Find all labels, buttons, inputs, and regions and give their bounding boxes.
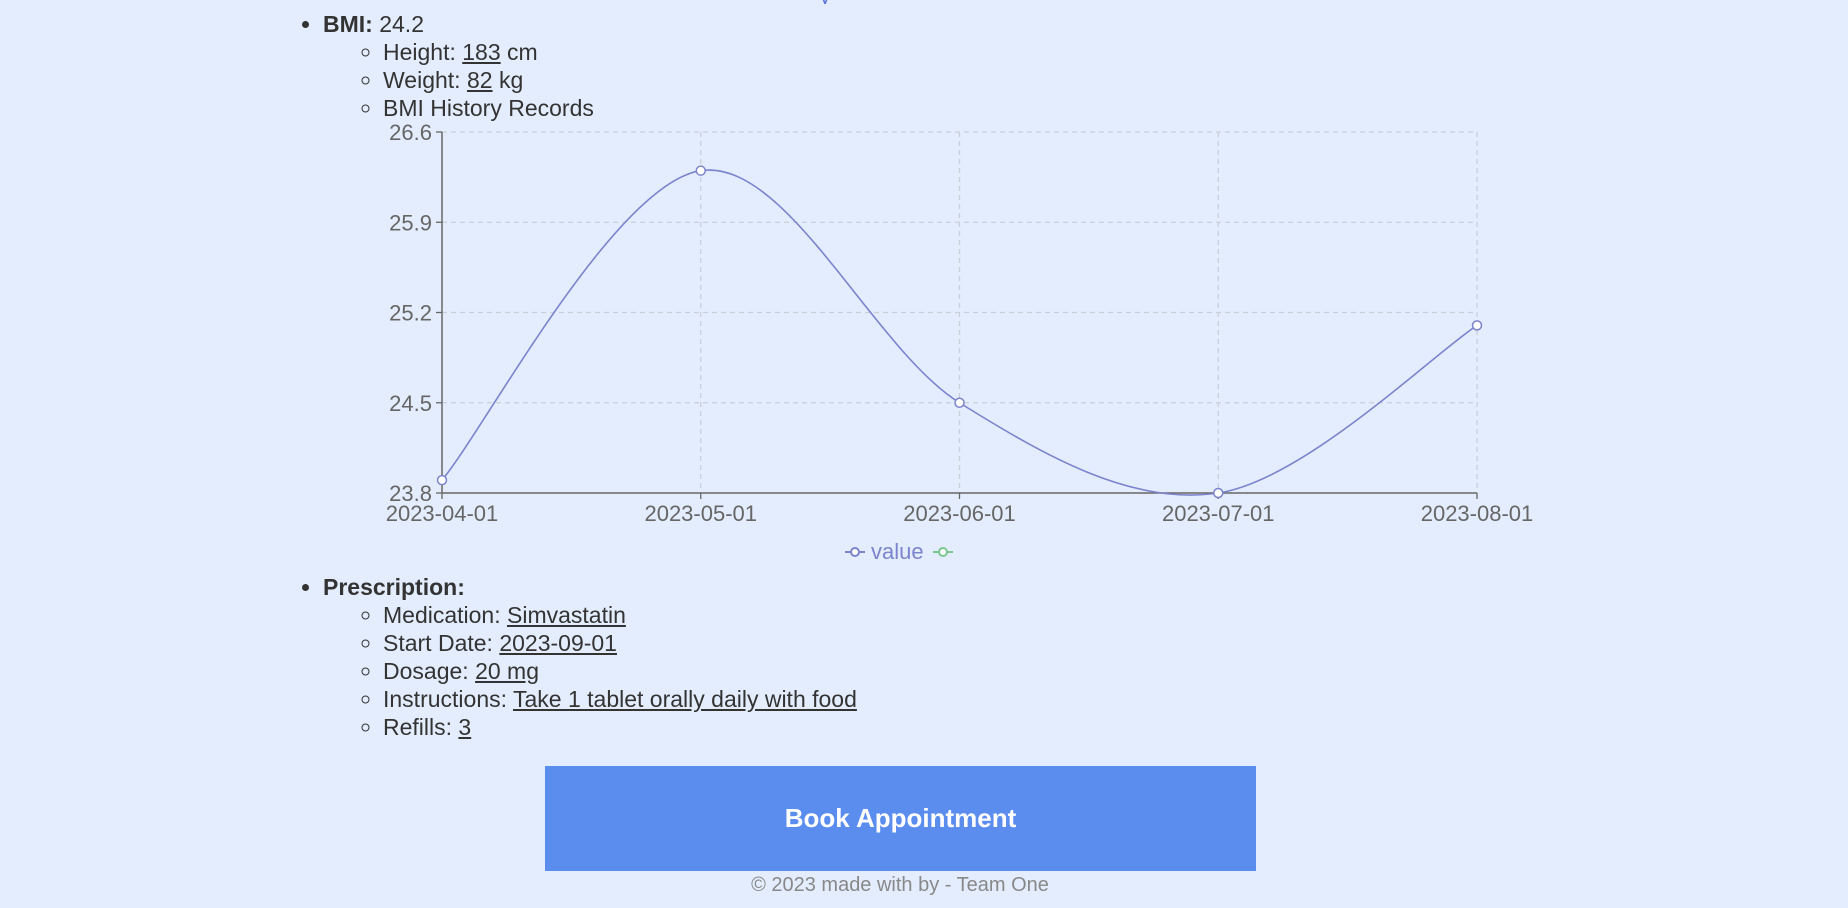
weight-item: Weight: 82 kg: [383, 66, 1523, 94]
data-point: [954, 397, 965, 408]
height-unit: cm: [507, 39, 538, 65]
data-point: [695, 165, 706, 176]
dosage-item: Dosage: 20 mg: [383, 657, 1523, 685]
weight-unit: kg: [498, 67, 524, 93]
x-tick-label: 2023-07-01: [1162, 501, 1275, 526]
x-tick-label: 2023-08-01: [1421, 501, 1534, 526]
medication-label: Medication:: [383, 602, 501, 628]
instructions-label: Instructions:: [383, 686, 507, 712]
start-date-value[interactable]: 2023-09-01: [499, 630, 617, 656]
medication-item: Medication: Simvastatin: [383, 601, 1523, 629]
data-point: [1471, 320, 1483, 331]
top-cut-glyph: y: [820, 0, 840, 4]
refills-label: Refills:: [383, 714, 453, 740]
dosage-value[interactable]: 20 mg: [475, 658, 539, 684]
chart-svg: 23.824.525.225.926.62023-04-01 2023-05-01…: [386, 120, 1534, 564]
legend-marker-secondary: [938, 547, 948, 557]
instructions-value[interactable]: Take 1 tablet orally daily with food: [513, 686, 857, 712]
refills-item: Refills: 3: [383, 713, 1523, 741]
y-tick-label: 26.6: [389, 120, 432, 145]
x-tick-label: 2023-06-01: [903, 501, 1016, 526]
dosage-label: Dosage:: [383, 658, 469, 684]
weight-label: Weight:: [383, 67, 461, 93]
bmi-details: Height: 183 cm Weight: 82 kg BMI History…: [323, 38, 1523, 122]
prescription-details: Medication: Simvastatin Start Date: 2023…: [323, 601, 1523, 741]
book-appointment-button[interactable]: Book Appointment: [545, 766, 1256, 871]
bmi-history-label: BMI History Records: [383, 95, 594, 121]
legend-marker-value: [850, 547, 860, 557]
y-tick-label: 25.2: [389, 301, 432, 326]
prescription-label: Prescription:: [323, 574, 465, 600]
height-item: Height: 183 cm: [383, 38, 1523, 66]
height-label: Height:: [383, 39, 456, 65]
weight-value[interactable]: 82: [467, 67, 493, 93]
legend-label-value: value: [871, 539, 924, 564]
x-tick-label: 2023-04-01: [386, 501, 499, 526]
footer-credit: © 2023 made with by - Team One: [751, 874, 1049, 896]
x-tick-label: 2023-05-01: [644, 501, 757, 526]
data-point: [1213, 487, 1224, 499]
refills-value[interactable]: 3: [458, 714, 471, 740]
bmi-section: BMI: 24.2 Height: 183 cm Weight: 82 kg B…: [323, 10, 1523, 122]
bmi-value: 24.2: [379, 11, 424, 37]
y-tick-label: 25.9: [389, 210, 432, 235]
prescription-section: Prescription: Medication: Simvastatin St…: [323, 573, 1523, 741]
height-value[interactable]: 183: [462, 39, 500, 65]
bmi-item: BMI: 24.2 Height: 183 cm Weight: 82 kg B…: [323, 10, 1523, 122]
start-date-item: Start Date: 2023-09-01: [383, 629, 1523, 657]
start-date-label: Start Date:: [383, 630, 493, 656]
prescription-item: Prescription: Medication: Simvastatin St…: [323, 573, 1523, 741]
instructions-item: Instructions: Take 1 tablet orally daily…: [383, 685, 1523, 713]
y-tick-label: 24.5: [389, 391, 432, 416]
bmi-label: BMI:: [323, 11, 373, 37]
data-point: [436, 474, 448, 486]
medication-value[interactable]: Simvastatin: [507, 602, 626, 628]
bmi-history-item: BMI History Records: [383, 94, 1523, 122]
bmi-history-chart: 23.8 24.5 25.2 25.9 26.6 2023-04-01 2023-05-01…: [360, 120, 1540, 570]
